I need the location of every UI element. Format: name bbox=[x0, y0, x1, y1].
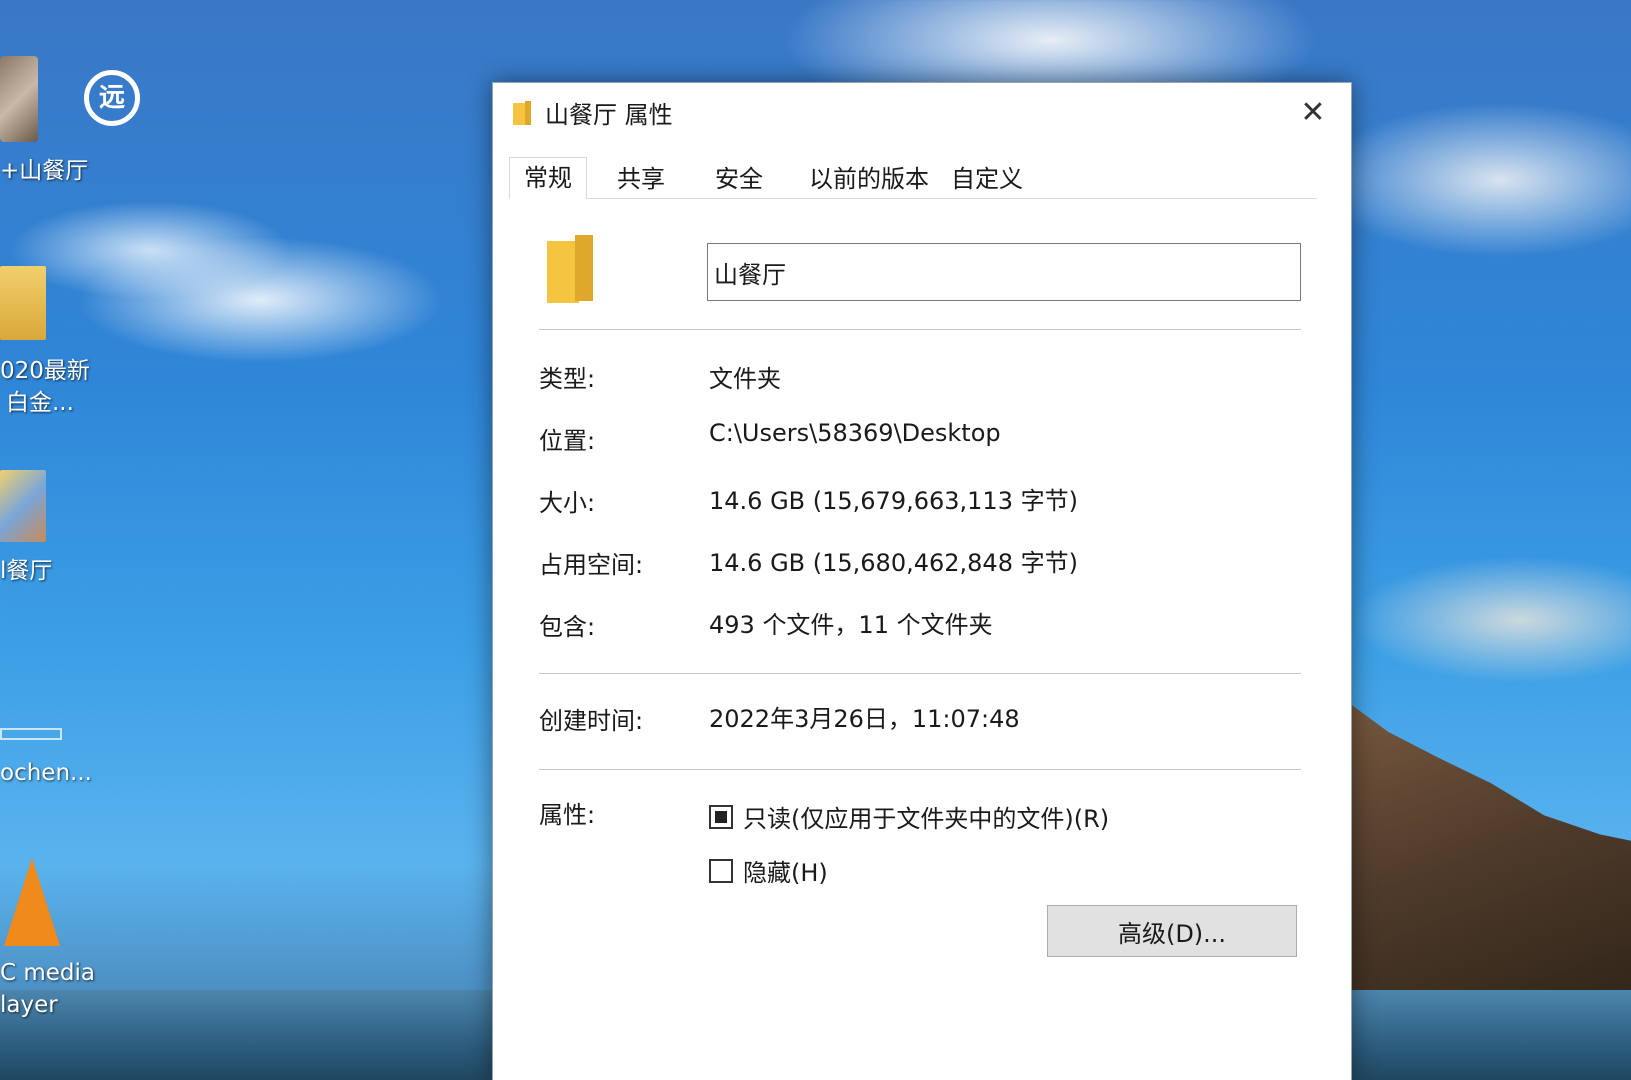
tab-general[interactable]: 常规 bbox=[509, 157, 587, 200]
tab-strip: 常规 共享 安全 以前的版本 自定义 bbox=[509, 157, 1317, 200]
size-value: 14.6 GB (15,679,663,113 字节) bbox=[709, 487, 1078, 515]
type-label: 类型: bbox=[539, 365, 596, 393]
contains-label: 包含: bbox=[539, 613, 596, 641]
desktop-folder-icon[interactable] bbox=[0, 266, 46, 340]
location-value: C:\Users\58369\Desktop bbox=[709, 419, 1001, 447]
tab-previous-versions[interactable]: 以前的版本 bbox=[795, 159, 943, 199]
desktop-icon-label[interactable]: 020最新 bbox=[0, 356, 90, 386]
desktop-icon-label[interactable]: 白金... bbox=[6, 388, 74, 418]
advanced-button[interactable]: 高级(D)... bbox=[1047, 905, 1297, 957]
contains-value: 493 个文件，11 个文件夹 bbox=[709, 611, 993, 639]
folder-name-input[interactable] bbox=[707, 243, 1301, 301]
location-label: 位置: bbox=[539, 427, 596, 455]
title-bar[interactable]: 山餐厅 属性 ✕ bbox=[493, 83, 1351, 143]
divider bbox=[539, 329, 1301, 330]
attributes-label: 属性: bbox=[539, 801, 596, 829]
size-on-disk-value: 14.6 GB (15,680,462,848 字节) bbox=[709, 549, 1078, 577]
window-title: 山餐厅 属性 bbox=[545, 101, 673, 129]
hidden-label[interactable]: 隐藏(H) bbox=[743, 853, 828, 888]
desktop-icon-photo[interactable] bbox=[0, 56, 38, 142]
desktop-icon-label[interactable]: +山餐厅 bbox=[0, 156, 88, 186]
created-value: 2022年3月26日，11:07:48 bbox=[709, 705, 1020, 733]
created-label: 创建时间: bbox=[539, 707, 644, 735]
desktop-icon-label[interactable]: layer bbox=[0, 990, 58, 1020]
hidden-checkbox[interactable] bbox=[709, 859, 733, 883]
close-icon: ✕ bbox=[1300, 95, 1326, 130]
readonly-checkbox[interactable] bbox=[709, 805, 733, 829]
desktop-icon-label[interactable]: C media bbox=[0, 958, 95, 988]
desktop-icon-label[interactable]: l餐厅 bbox=[0, 556, 52, 586]
tab-sharing[interactable]: 共享 bbox=[603, 159, 679, 199]
type-value: 文件夹 bbox=[709, 365, 781, 393]
desktop-shortcut-icon[interactable] bbox=[0, 728, 62, 740]
vlc-cone-icon[interactable] bbox=[4, 858, 60, 946]
cliff-landscape bbox=[1320, 700, 1631, 1020]
desktop-icon-label[interactable]: ochen... bbox=[0, 758, 92, 788]
app-logo-icon[interactable]: 远 bbox=[84, 70, 140, 126]
folder-icon bbox=[547, 235, 593, 303]
desktop-folder-image-icon[interactable] bbox=[0, 470, 46, 542]
folder-icon bbox=[513, 101, 531, 125]
divider bbox=[539, 769, 1301, 770]
general-panel: 类型: 文件夹 位置: C:\Users\58369\Desktop 大小: 1… bbox=[509, 199, 1317, 1079]
tab-security[interactable]: 安全 bbox=[701, 159, 777, 199]
size-label: 大小: bbox=[539, 489, 596, 517]
tab-customize[interactable]: 自定义 bbox=[937, 159, 1037, 199]
size-on-disk-label: 占用空间: bbox=[539, 551, 644, 579]
divider bbox=[539, 673, 1301, 674]
properties-dialog: 山餐厅 属性 ✕ 常规 共享 安全 以前的版本 自定义 类型: 文件夹 位置: … bbox=[492, 82, 1352, 1080]
readonly-label[interactable]: 只读(仅应用于文件夹中的文件)(R) bbox=[743, 799, 1109, 834]
close-button[interactable]: ✕ bbox=[1293, 93, 1333, 133]
